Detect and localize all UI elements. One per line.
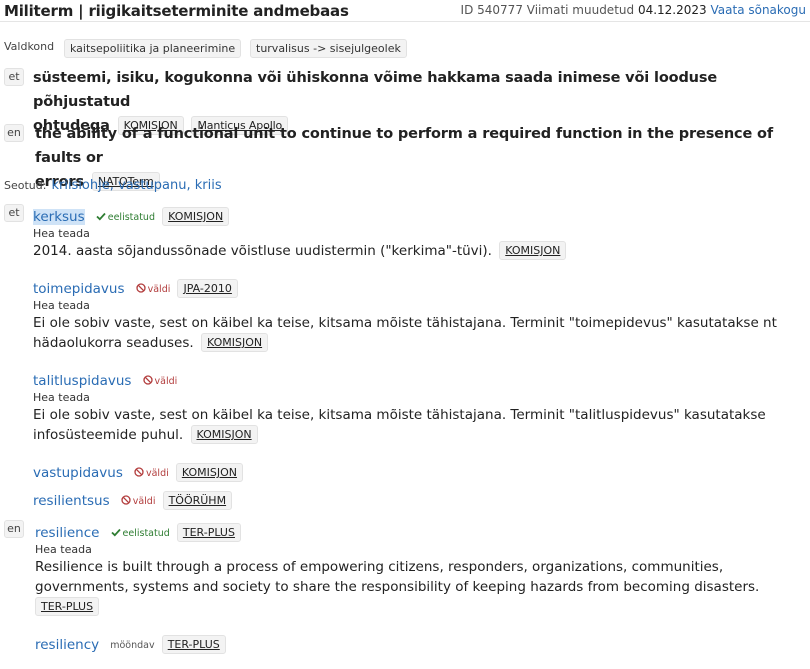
- status-text: väldi: [145, 468, 169, 479]
- modified-date: 04.12.2023: [637, 3, 707, 17]
- status-avoid: väldi: [121, 495, 156, 507]
- domain-tag[interactable]: kaitsepoliitika ja planeerimine: [64, 39, 242, 58]
- status-text: väldi: [132, 496, 156, 507]
- language-badge-et: et: [4, 68, 24, 86]
- source-link[interactable]: TER-PLUS: [35, 597, 100, 616]
- status-text: eelistatud: [107, 212, 155, 223]
- term-note: Ei ole sobiv vaste, sest on käibel ka te…: [33, 313, 777, 353]
- language-badge-et: et: [4, 204, 24, 222]
- header-divider: [0, 21, 810, 22]
- source-link[interactable]: TER-PLUS: [161, 635, 226, 654]
- term-note: 2014. aasta sõjandussõnade võistluse uud…: [33, 241, 567, 261]
- definition-text: süsteemi, isiku, kogukonna või ühiskonna…: [33, 70, 718, 110]
- record-meta: ID 540777 Viimati muudetud 04.12.2023 Va…: [461, 3, 806, 17]
- note-text: infosüsteemide puhul.: [33, 427, 184, 443]
- term-link[interactable]: talitluspidavus: [33, 373, 131, 389]
- quality-label: Hea teada: [33, 299, 90, 312]
- language-badge-en: en: [4, 520, 24, 538]
- related-concepts: Seotud: kriisiohje, vastupanu, kriis: [4, 178, 222, 193]
- note-text: Ei ole sobiv vaste, sest on käibel ka te…: [33, 315, 777, 331]
- check-icon: [110, 528, 121, 537]
- source-link[interactable]: KOMISJON: [162, 207, 230, 226]
- note-text: Ei ole sobiv vaste, sest on käibel ka te…: [33, 407, 766, 423]
- view-glossary-link[interactable]: Vaata sõnakogu: [711, 3, 807, 17]
- domain-tag[interactable]: turvalisus -> sisejulgeolek: [250, 39, 407, 58]
- status-text: eelistatud: [122, 528, 170, 539]
- term-link[interactable]: resilientsus: [33, 493, 110, 509]
- source-link[interactable]: TER-PLUS: [176, 523, 241, 542]
- modified-label: Viimati muudetud: [526, 3, 635, 17]
- status-admitted: mööndav: [110, 640, 155, 651]
- status-preferred: eelistatud: [96, 212, 155, 223]
- note-text: governments, systems and society to shar…: [35, 579, 760, 595]
- term-row: resiliency mööndav TER-PLUS: [35, 634, 226, 654]
- note-text: hädaolukorra seaduses.: [33, 335, 194, 351]
- status-preferred: eelistatud: [110, 528, 170, 539]
- status-text: väldi: [147, 284, 171, 295]
- term-link[interactable]: resiliency: [35, 637, 99, 653]
- term-link[interactable]: kerksus: [33, 209, 85, 225]
- quality-label: Hea teada: [33, 227, 90, 240]
- status-avoid: väldi: [134, 467, 169, 479]
- ban-icon: [121, 495, 131, 505]
- status-avoid: väldi: [135, 283, 171, 295]
- status-avoid: väldi: [142, 375, 178, 387]
- term-row: resilience eelistatud TER-PLUS: [35, 522, 241, 542]
- domain-label: Valdkond: [4, 40, 55, 53]
- language-badge-en: en: [4, 124, 24, 142]
- term-row: toimepidavus väldi JPA-2010: [33, 278, 238, 298]
- term-row: vastupidavus väldi KOMISJON: [33, 462, 243, 482]
- source-link[interactable]: TÖÖRÜHM: [162, 491, 233, 510]
- term-row: kerksus eelistatud KOMISJON: [33, 206, 230, 226]
- source-link[interactable]: KOMISJON: [190, 425, 258, 444]
- ban-icon: [134, 467, 144, 477]
- ban-icon: [142, 375, 153, 385]
- source-link[interactable]: KOMISJON: [200, 333, 269, 352]
- term-note: Resilience is built through a process of…: [35, 557, 759, 617]
- term-link[interactable]: vastupidavus: [33, 465, 123, 481]
- record-id: ID 540777: [460, 3, 523, 17]
- source-link[interactable]: JPA-2010: [177, 279, 238, 298]
- term-row: talitluspidavus väldi: [33, 370, 177, 389]
- term-link[interactable]: toimepidavus: [33, 281, 125, 297]
- related-label: Seotud:: [4, 179, 47, 192]
- source-link[interactable]: KOMISJON: [175, 463, 243, 482]
- term-note: Ei ole sobiv vaste, sest on käibel ka te…: [33, 405, 766, 445]
- page-title: Militerm | riigikaitseterminite andmebaa…: [4, 2, 349, 20]
- status-text: väldi: [154, 376, 178, 387]
- source-link[interactable]: KOMISJON: [499, 241, 567, 260]
- definition-text: the ability of a functional unit to cont…: [35, 126, 774, 166]
- note-text: Resilience is built through a process of…: [35, 559, 724, 575]
- term-row: resilientsus väldi TÖÖRÜHM: [33, 490, 233, 510]
- ban-icon: [135, 283, 146, 293]
- related-links[interactable]: kriisiohje, vastupanu, kriis: [51, 178, 221, 193]
- check-icon: [96, 212, 106, 221]
- quality-label: Hea teada: [33, 391, 90, 404]
- term-link[interactable]: resilience: [35, 525, 99, 541]
- quality-label: Hea teada: [35, 543, 92, 556]
- note-text: 2014. aasta sõjandussõnade võistluse uud…: [33, 243, 492, 259]
